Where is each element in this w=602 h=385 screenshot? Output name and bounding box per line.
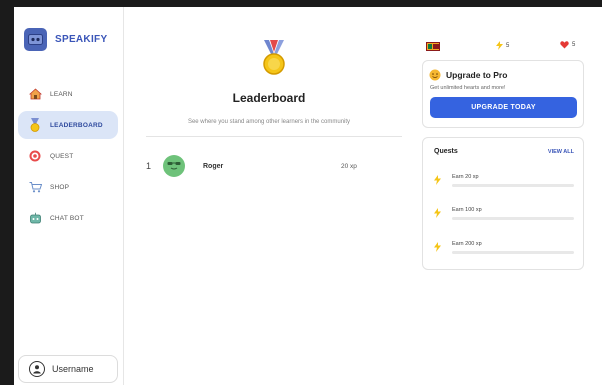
bolt-icon <box>496 41 503 50</box>
upgrade-header: Upgrade to Pro <box>429 69 507 81</box>
sidebar-nav: LEARN LEADERBOARD QUEST SHOP CHAT BOT <box>18 80 118 235</box>
streak-count: 5 <box>506 42 510 49</box>
leaderboard-user-xp: 20 xp <box>341 162 357 170</box>
bolt-icon <box>434 242 441 252</box>
quest-label: Earn 20 xp <box>452 174 479 180</box>
cart-icon <box>28 180 42 194</box>
sidebar-item-quest[interactable]: QUEST <box>18 142 118 170</box>
quest-label: Earn 200 xp <box>452 241 482 247</box>
avatar <box>163 155 185 177</box>
top-stats-bar: 5 5 <box>426 41 586 53</box>
quest-progress-bar <box>452 217 574 220</box>
quest-label: Earn 100 xp <box>452 207 482 213</box>
target-icon <box>28 149 42 163</box>
brand[interactable]: SPEAKIFY <box>24 28 107 51</box>
brand-logo-icon <box>24 28 47 51</box>
page-title: Leaderboard <box>232 91 306 105</box>
upgrade-title: Upgrade to Pro <box>446 70 508 80</box>
sidebar-item-chat-bot[interactable]: CHAT BOT <box>18 204 118 232</box>
quest-item[interactable]: Earn 20 xp <box>434 172 574 192</box>
hearts-stat[interactable]: 5 <box>560 41 575 49</box>
sidebar-item-shop[interactable]: SHOP <box>18 173 118 201</box>
leaderboard-row[interactable]: 1 Roger 20 xp <box>146 154 376 178</box>
medal-icon <box>28 118 42 132</box>
bolt-icon <box>434 175 441 185</box>
sidebar-item-label: CHAT BOT <box>50 214 84 222</box>
page-subtitle: See where you stand among other learners… <box>187 119 351 125</box>
sidebar-item-label: QUEST <box>50 152 74 160</box>
upgrade-subtitle: Get unlimited hearts and more! <box>430 85 506 91</box>
streak-stat[interactable]: 5 <box>496 41 509 50</box>
brand-name: SPEAKIFY <box>55 34 108 45</box>
divider <box>146 136 402 137</box>
robot-icon <box>28 211 42 225</box>
quests-title: Quests <box>434 148 458 155</box>
user-profile-button[interactable]: Username <box>18 355 118 383</box>
home-icon <box>28 87 42 101</box>
sidebar: SPEAKIFY LEARN LEADERBOARD QUEST SHOP CH… <box>14 7 124 385</box>
quest-item[interactable]: Earn 200 xp <box>434 239 574 259</box>
app-frame: SPEAKIFY LEARN LEADERBOARD QUEST SHOP CH… <box>14 7 602 385</box>
sidebar-item-label: LEADERBOARD <box>50 121 103 129</box>
sidebar-item-learn[interactable]: LEARN <box>18 80 118 108</box>
view-all-link[interactable]: VIEW ALL <box>548 149 574 155</box>
quests-card: Quests VIEW ALL Earn 20 xp Earn 100 xp E… <box>422 137 584 270</box>
quest-progress-bar <box>452 184 574 187</box>
leaderboard-panel: Leaderboard See where you stand among ot… <box>124 7 414 385</box>
upgrade-button[interactable]: UPGRADE TODAY <box>430 97 577 118</box>
hearts-count: 5 <box>572 42 576 48</box>
user-avatar-icon <box>29 361 45 377</box>
language-flag-icon[interactable] <box>426 42 440 51</box>
sidebar-item-label: SHOP <box>50 183 70 191</box>
bolt-icon <box>434 208 441 218</box>
quest-item[interactable]: Earn 100 xp <box>434 205 574 225</box>
upgrade-card: Upgrade to Pro Get unlimited hearts and … <box>422 60 584 128</box>
sidebar-item-label: LEARN <box>50 90 73 98</box>
smiley-icon <box>429 69 441 81</box>
medal-icon <box>261 40 287 81</box>
sidebar-item-leaderboard[interactable]: LEADERBOARD <box>18 111 118 139</box>
leaderboard-user-name: Roger <box>203 162 224 170</box>
quest-progress-bar <box>452 251 574 254</box>
username-label: Username <box>52 364 94 374</box>
heart-icon <box>560 41 569 49</box>
